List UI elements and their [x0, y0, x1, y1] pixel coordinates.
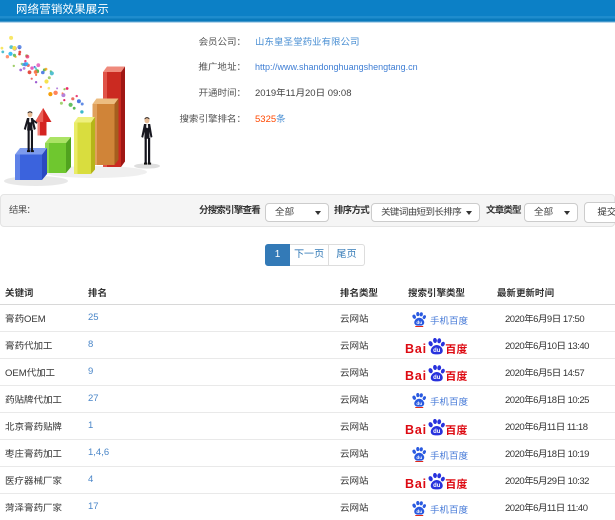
svg-text:du: du: [433, 375, 441, 381]
svg-text:du: du: [416, 509, 422, 515]
svg-text:du: du: [433, 429, 441, 435]
svg-text:du: du: [416, 455, 422, 461]
svg-text:du: du: [416, 320, 422, 326]
svg-text:du: du: [416, 401, 422, 407]
svg-text:du: du: [433, 483, 441, 489]
svg-text:du: du: [433, 348, 441, 354]
